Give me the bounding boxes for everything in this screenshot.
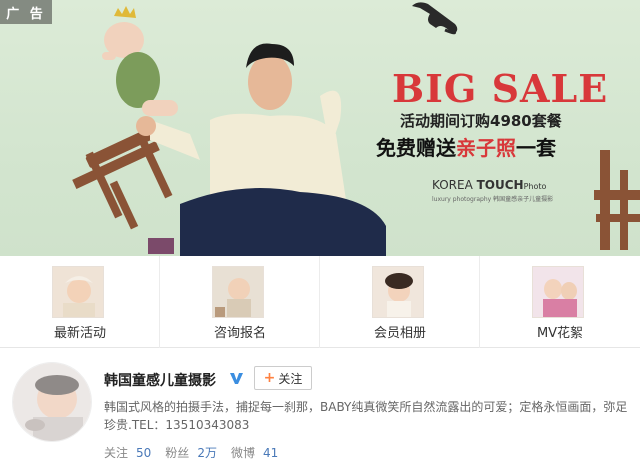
stat-value: 50 [136, 446, 152, 460]
baby-photo-thumbnail-icon [212, 266, 264, 318]
verified-v-icon [230, 373, 243, 384]
stat-label: 关注 [104, 446, 129, 460]
brand-subtitle: luxury photography 韩国童感亲子儿童摄影 [432, 196, 554, 203]
avatar[interactable] [12, 362, 92, 442]
brand-tail: Photo [523, 182, 547, 191]
baby-photo-thumbnail-icon [372, 266, 424, 318]
wooden-chair-right [594, 150, 640, 250]
profile-name[interactable]: 韩国童感儿童摄影 [104, 370, 216, 390]
stat-posts[interactable]: 微博 41 [231, 444, 278, 461]
gift-suffix: 一套 [516, 136, 556, 160]
stat-label: 粉丝 [165, 446, 190, 460]
ad-label-badge: 广 告 [0, 0, 52, 24]
plus-icon: + [263, 370, 276, 386]
nav-item-label: MV花絮 [536, 326, 584, 341]
nav-item-latest-events[interactable]: 最新活动 [0, 256, 160, 348]
ad-banner[interactable]: 广 告 BIG SALE 活动期间订购4980套餐 免费赠送亲子照一套 KORE… [0, 0, 640, 256]
follow-button[interactable]: + 关注 [254, 366, 312, 390]
banner-headline: BIG SALE [392, 66, 609, 111]
man-figure [136, 43, 386, 256]
follow-button-label: 关注 [278, 371, 303, 386]
baby-photo-thumbnail-icon [532, 266, 584, 318]
profile-description: 韩国式风格的拍摄手法，捕捉每一刹那，BABY纯真微笑所自然流露出的可爱；定格永恒… [104, 400, 628, 432]
stat-value: 2万 [197, 446, 217, 460]
profile-card: 韩国童感儿童摄影 + 关注 韩国式风格的拍摄手法，捕捉每一刹那，BABY纯真微笑… [0, 348, 640, 464]
banner-gift-text: 免费赠送亲子照一套 [376, 132, 596, 161]
telephone-icon [412, 2, 458, 35]
stat-value: 41 [262, 446, 279, 460]
ad-label-text: 广 告 [6, 6, 46, 22]
banner-promo-text: 活动期间订购4980套餐 [400, 112, 562, 130]
stat-label: 微博 [230, 446, 255, 460]
gift-highlight: 亲子照 [456, 136, 516, 160]
nav-item-mv-highlights[interactable]: MV花絮 [480, 256, 640, 348]
baby-photo-thumbnail-icon [52, 266, 104, 318]
stat-fans[interactable]: 粉丝 2万 [165, 444, 217, 461]
nav-item-label: 咨询报名 [213, 326, 266, 341]
baby-figure [102, 6, 178, 116]
brand-logo: KOREA TOUCHPhoto [432, 178, 546, 192]
nav-item-label: 会员相册 [373, 326, 426, 341]
nav-item-member-album[interactable]: 会员相册 [320, 256, 480, 348]
gift-prefix: 免费赠送 [376, 136, 456, 160]
nav-item-consult-signup[interactable]: 咨询报名 [160, 256, 320, 348]
nav-icon-row: 最新活动 咨询报名 会员相册 MV花絮 [0, 256, 640, 348]
brand-main: KOREA [432, 178, 477, 192]
profile-stats: 关注 50 粉丝 2万 微博 41 [104, 444, 292, 461]
stat-following[interactable]: 关注 50 [104, 444, 151, 461]
nav-item-label: 最新活动 [53, 326, 106, 341]
brand-bold: TOUCH [476, 178, 524, 192]
